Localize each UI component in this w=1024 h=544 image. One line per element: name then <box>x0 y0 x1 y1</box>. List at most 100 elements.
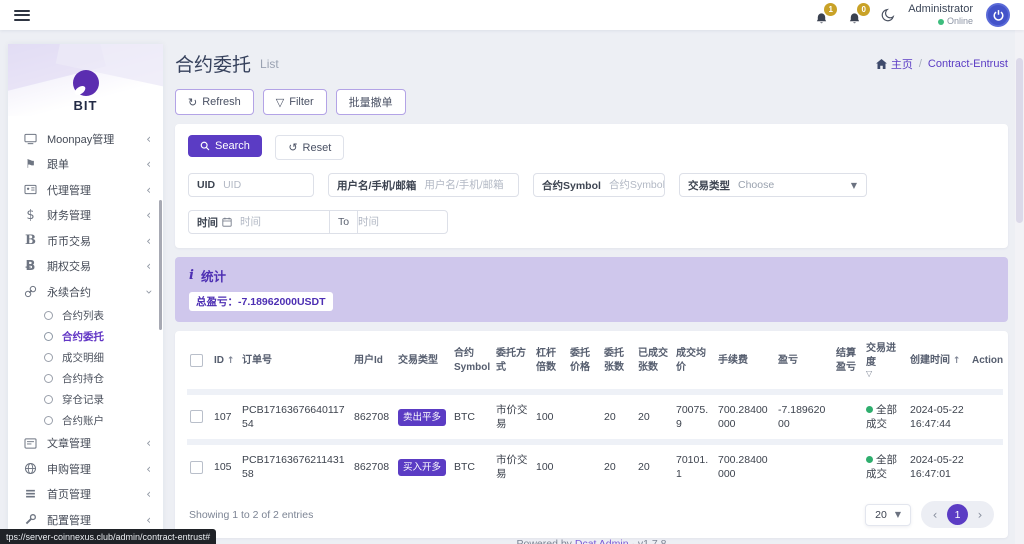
sidebar-toggle-icon[interactable] <box>14 7 30 23</box>
chevron-left-icon: ‹ <box>146 259 151 274</box>
user-field-label: 用户名/手机/邮箱 <box>337 179 417 192</box>
batch-cancel-button[interactable]: 批量撤单 <box>335 89 406 115</box>
sidebar-item-article[interactable]: 文章管理 ‹ <box>8 431 163 457</box>
monitor-icon <box>23 133 38 145</box>
sidebar-item-options-trading[interactable]: Ƀ 期权交易 ‹ <box>8 254 163 280</box>
col-settle-pnl: 结算盈亏 <box>836 348 856 373</box>
bitcoin-icon: Ƀ <box>25 258 36 274</box>
cell-avg-price: 70101.1 <box>676 454 709 481</box>
sidebar-item-moonpay[interactable]: Moonpay管理 ‹ <box>8 126 163 152</box>
sidebar-item-subscription[interactable]: 申购管理 ‹ <box>8 456 163 482</box>
col-user-id: 用户Id <box>354 355 383 367</box>
avatar[interactable] <box>986 3 1010 27</box>
prev-page-button[interactable]: ‹ <box>927 508 943 522</box>
trade-type-badge: 买入开多 <box>398 458 447 476</box>
col-action: Action <box>972 355 1004 367</box>
funnel-icon: ▽ <box>275 95 285 109</box>
breadcrumb-current[interactable]: Contract-Entrust <box>928 58 1008 70</box>
cell-filled-qty: 20 <box>638 461 650 474</box>
topbar: 1 0 Administrator Online <box>0 0 1024 30</box>
cell-created-at: 2024-05-22 16:47:01 <box>910 454 964 481</box>
sidebar-subitem-contract-list[interactable]: 合约列表 <box>8 305 163 326</box>
breadcrumb: 主页 / Contract-Entrust <box>875 56 1008 72</box>
select-all-checkbox[interactable] <box>190 354 203 368</box>
dropdown-arrow-icon: ▼ <box>850 180 857 190</box>
sidebar-item-copy-trading[interactable]: ⚑ 跟单 ‹ <box>8 152 163 178</box>
uid-input[interactable] <box>223 179 313 191</box>
link-icon <box>23 285 38 298</box>
data-table-card: ID ↑ 订单号 用户Id 交易类型 合约Symbol 委托方式 杠杆倍数 委托… <box>175 331 1008 539</box>
col-entrust-price: 委托价格 <box>570 348 590 373</box>
symbol-input[interactable] <box>608 179 664 191</box>
col-created-at[interactable]: 创建时间 ↑ <box>907 333 969 392</box>
sidebar-item-finance[interactable]: $ 财务管理 ‹ <box>8 203 163 229</box>
col-progress[interactable]: 交易进度 ▽ <box>863 333 907 392</box>
col-id[interactable]: ID ↑ <box>211 333 239 392</box>
breadcrumb-home[interactable]: 主页 <box>875 56 913 72</box>
sort-asc-icon: ↑ <box>952 356 961 367</box>
col-leverage: 杠杆倍数 <box>536 348 556 373</box>
search-panel: Search ↺ Reset UID 用户名/手机/邮箱 合约Symbol 交易… <box>175 124 1008 248</box>
progress-dot-icon <box>866 456 873 464</box>
filter-button[interactable]: ▽ Filter <box>262 89 327 115</box>
time-from-input[interactable] <box>240 216 329 228</box>
cell-filled-qty: 20 <box>638 410 650 423</box>
time-to-label: To <box>328 211 359 233</box>
circle-icon <box>44 373 53 383</box>
dcat-admin-link[interactable]: Dcat Admin <box>575 538 629 544</box>
sidebar-subitem-liquidation-record[interactable]: 穿仓记录 <box>8 389 163 410</box>
cell-settle-pnl <box>833 392 863 442</box>
circle-icon <box>44 331 53 341</box>
trade-type-value: Choose <box>738 179 775 191</box>
sidebar-item-homepage[interactable]: ≡ 首页管理 ‹ <box>8 482 163 508</box>
dark-mode-icon[interactable] <box>881 8 895 22</box>
user-info[interactable]: Administrator Online <box>908 3 973 27</box>
logo-mark-icon <box>72 70 99 96</box>
cell-fee: 700.28400000 <box>718 403 768 430</box>
refresh-button[interactable]: ↻ Refresh <box>175 89 254 115</box>
statistics-panel: i 统计 总盈亏：-7.18962000USDT <box>175 257 1008 322</box>
sidebar-subitem-trade-detail[interactable]: 成交明细 <box>8 347 163 368</box>
logo: BIT <box>8 44 163 116</box>
sidebar-scrollbar[interactable] <box>159 200 162 330</box>
sidebar-item-spot-trading[interactable]: B 币币交易 ‹ <box>8 228 163 254</box>
trade-type-select[interactable]: 交易类型 Choose ▼ <box>679 173 867 197</box>
sort-asc-icon: ↑ <box>226 356 235 367</box>
col-pnl: 盈亏 <box>778 355 798 367</box>
cell-action <box>969 392 1003 442</box>
chevron-down-icon: ‹ <box>141 289 156 295</box>
cell-entrust-qty: 20 <box>604 410 616 423</box>
dollar-icon: $ <box>26 207 35 223</box>
circle-icon <box>44 352 53 362</box>
message-bell-icon[interactable]: 0 <box>848 3 871 25</box>
next-page-button[interactable]: › <box>972 508 988 522</box>
sidebar-subitem-contract-entrust[interactable]: 合约委托 <box>8 326 163 347</box>
row-checkbox[interactable] <box>190 410 203 424</box>
time-to-input[interactable] <box>358 216 447 228</box>
page-scrollbar[interactable] <box>1015 30 1024 544</box>
notification-bell-icon[interactable]: 1 <box>815 3 838 25</box>
row-checkbox[interactable] <box>190 460 203 474</box>
cell-avg-price: 70075.9 <box>676 403 709 430</box>
current-page-button[interactable]: 1 <box>947 504 968 526</box>
circle-icon <box>44 394 53 404</box>
sidebar-item-perpetual-contract[interactable]: 永续合约 ‹ <box>8 279 163 305</box>
reset-button[interactable]: ↺ Reset <box>275 135 345 160</box>
letter-b-icon: B <box>25 233 36 249</box>
reset-icon: ↺ <box>288 141 298 154</box>
col-trade-type: 交易类型 <box>398 355 438 367</box>
sidebar-subitem-contract-account[interactable]: 合约账户 <box>8 410 163 431</box>
uid-field-label: UID <box>197 179 216 191</box>
dropdown-arrow-icon: ▼ <box>894 510 901 520</box>
user-input[interactable] <box>424 179 518 191</box>
cell-entrust-qty: 20 <box>604 461 616 474</box>
chevron-left-icon: ‹ <box>146 436 151 451</box>
sidebar-item-agent[interactable]: 代理管理 ‹ <box>8 177 163 203</box>
sidebar-subitem-contract-position[interactable]: 合约持仓 <box>8 368 163 389</box>
chevron-left-icon: ‹ <box>146 131 151 146</box>
search-button[interactable]: Search <box>188 135 262 157</box>
col-entrust-qty: 委托张数 <box>604 348 624 373</box>
chevron-left-icon: ‹ <box>146 208 151 223</box>
refresh-icon: ↻ <box>188 95 198 109</box>
page-size-select[interactable]: 20 ▼ <box>865 503 911 526</box>
